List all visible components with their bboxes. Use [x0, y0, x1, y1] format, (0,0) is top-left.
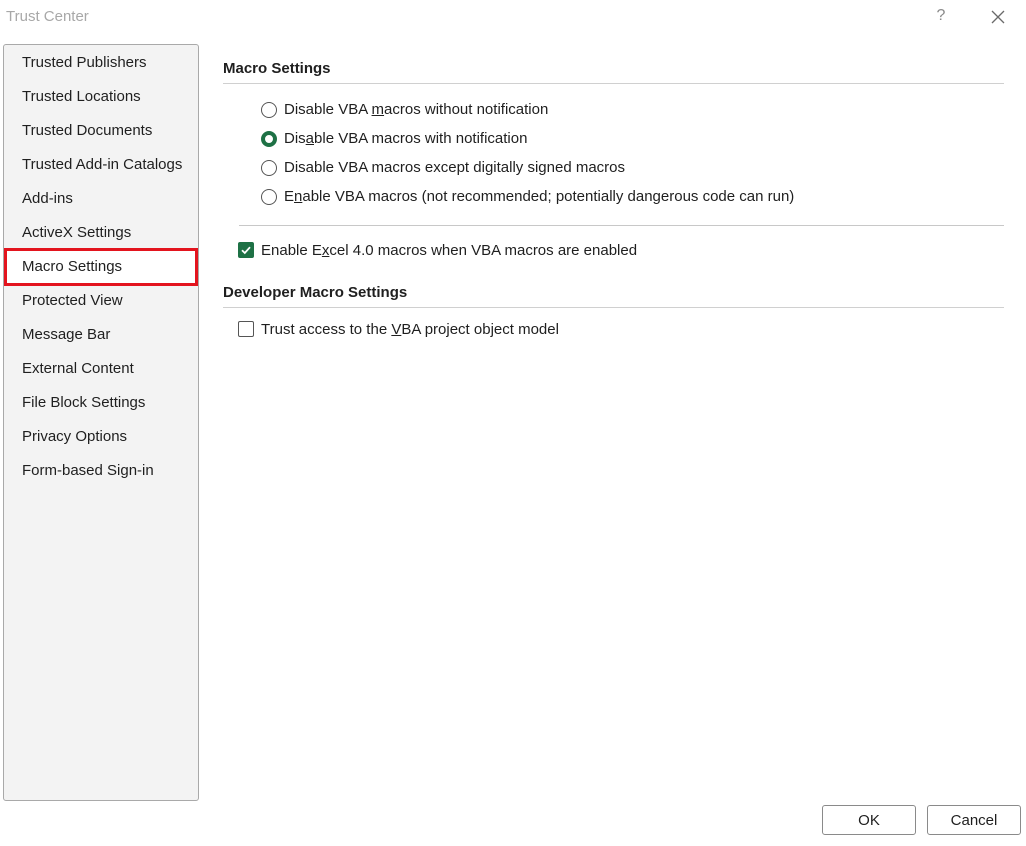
cancel-button[interactable]: Cancel — [927, 805, 1021, 835]
category-sidebar: Trusted Publishers Trusted Locations Tru… — [3, 44, 199, 801]
sidebar-item-trusted-add-in-catalogs[interactable]: Trusted Add-in Catalogs — [6, 148, 196, 182]
radio-label: Disable VBA macros with notification — [284, 130, 528, 147]
close-icon — [991, 10, 1005, 24]
radio-button[interactable] — [261, 159, 277, 176]
checkmark-icon — [241, 246, 251, 255]
sidebar-item-label: Macro Settings — [22, 258, 123, 275]
sidebar-item-label: Message Bar — [22, 326, 111, 343]
radio-button-selected[interactable] — [261, 130, 277, 147]
checkbox-label: Enable Excel 4.0 macros when VBA macros … — [261, 241, 638, 259]
title-bar: Trust Center ? — [0, 0, 1026, 34]
sidebar-item-macro-settings[interactable]: Macro Settings — [4, 248, 198, 286]
sidebar-item-trusted-documents[interactable]: Trusted Documents — [6, 114, 196, 148]
sidebar-item-privacy-options[interactable]: Privacy Options — [6, 420, 196, 454]
radio-label: Disable VBA macros without notification — [284, 101, 549, 118]
sidebar-item-message-bar[interactable]: Message Bar — [6, 318, 196, 352]
sidebar-item-label: Form-based Sign-in — [22, 462, 154, 479]
sidebar-item-file-block-settings[interactable]: File Block Settings — [6, 386, 196, 420]
sidebar-item-label: Trusted Add-in Catalogs — [22, 156, 183, 173]
macro-settings-heading: Macro Settings — [223, 54, 1004, 84]
ok-button[interactable]: OK — [822, 805, 916, 835]
help-icon: ? — [936, 7, 946, 24]
sidebar-item-label: External Content — [22, 360, 134, 377]
help-button[interactable]: ? — [930, 4, 952, 28]
radio-label: Enable VBA macros (not recommended; pote… — [284, 188, 795, 205]
checkbox-row-trust-vba[interactable]: Trust access to the VBA project object m… — [238, 315, 1004, 343]
sidebar-item-activex-settings[interactable]: ActiveX Settings — [6, 216, 196, 250]
radio-disable-without-notification[interactable]: Disable VBA macros without notification — [261, 95, 1004, 124]
divider — [239, 225, 1004, 226]
sidebar-item-label: File Block Settings — [22, 394, 146, 411]
sidebar-item-label: ActiveX Settings — [22, 224, 132, 241]
sidebar-item-label: Add-ins — [22, 190, 73, 207]
sidebar-item-trusted-locations[interactable]: Trusted Locations — [6, 80, 196, 114]
developer-macro-settings-heading: Developer Macro Settings — [223, 278, 1004, 308]
window-title: Trust Center — [6, 8, 89, 25]
radio-enable-all-macros[interactable]: Enable VBA macros (not recommended; pote… — [261, 182, 1004, 211]
trust-vba-checkbox[interactable] — [238, 321, 254, 337]
sidebar-item-form-based-sign-in[interactable]: Form-based Sign-in — [6, 454, 196, 488]
macro-radio-group: Disable VBA macros without notification … — [223, 84, 1004, 211]
radio-button[interactable] — [261, 188, 277, 205]
radio-disable-with-notification[interactable]: Disable VBA macros with notification — [261, 124, 1004, 153]
close-button[interactable] — [986, 5, 1010, 29]
sidebar-item-label: Protected View — [22, 292, 123, 309]
sidebar-item-label: Trusted Documents — [22, 122, 153, 139]
excel4-macros-checkbox[interactable] — [238, 242, 254, 258]
sidebar-item-protected-view[interactable]: Protected View — [6, 284, 196, 318]
sidebar-item-label: Trusted Publishers — [22, 54, 147, 71]
checkbox-row-excel4-macros[interactable]: Enable Excel 4.0 macros when VBA macros … — [238, 236, 1004, 264]
sidebar-item-trusted-publishers[interactable]: Trusted Publishers — [6, 46, 196, 80]
sidebar-item-label: Trusted Locations — [22, 88, 141, 105]
radio-disable-except-signed[interactable]: Disable VBA macros except digitally sign… — [261, 153, 1004, 182]
sidebar-item-label: Privacy Options — [22, 428, 128, 445]
checkbox-label: Trust access to the VBA project object m… — [261, 320, 559, 338]
settings-panel: Macro Settings Disable VBA macros withou… — [223, 54, 1004, 343]
radio-label: Disable VBA macros except digitally sign… — [284, 159, 625, 176]
radio-button[interactable] — [261, 101, 277, 118]
sidebar-item-external-content[interactable]: External Content — [6, 352, 196, 386]
sidebar-item-add-ins[interactable]: Add-ins — [6, 182, 196, 216]
